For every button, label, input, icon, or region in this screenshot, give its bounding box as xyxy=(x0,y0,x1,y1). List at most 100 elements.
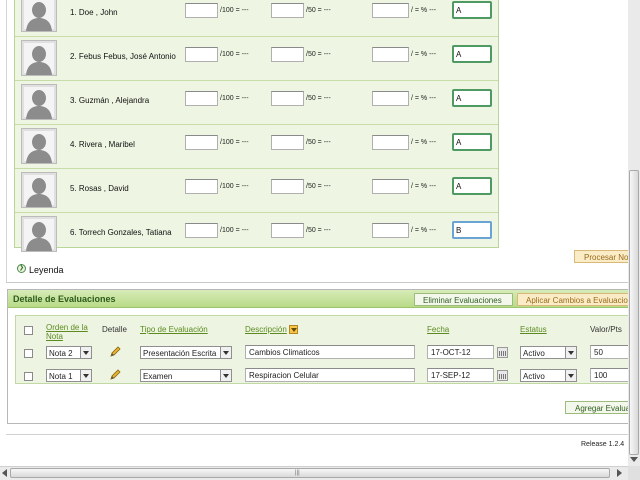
column-header-tipo[interactable]: Tipo de Evaluación xyxy=(140,325,208,334)
score-percent-input[interactable] xyxy=(372,223,409,238)
eliminar-evaluaciones-button[interactable]: Eliminar Evaluaciones xyxy=(414,293,513,306)
user-silhouette-icon xyxy=(21,128,57,164)
expand-arrow-icon[interactable]: ❯ xyxy=(17,264,26,273)
pencil-icon[interactable] xyxy=(109,346,121,358)
tipo-select-value: Presentación Escrita xyxy=(143,349,217,358)
student-row: 4. Rivera , Maribel /100 = --- /50 = ---… xyxy=(15,125,498,169)
score-100-input[interactable] xyxy=(185,223,218,238)
scrollbar-corner xyxy=(628,466,640,480)
column-header-fecha[interactable]: Fecha xyxy=(427,325,449,334)
score-percent-input[interactable] xyxy=(372,47,409,62)
calendar-icon[interactable] xyxy=(497,370,508,381)
user-silhouette-icon xyxy=(21,172,57,208)
section-divider xyxy=(6,282,632,283)
grade-field[interactable]: A xyxy=(452,133,492,151)
chevron-down-icon xyxy=(565,370,576,381)
grade-field[interactable]: A xyxy=(452,45,492,63)
horizontal-scrollbar-thumb[interactable] xyxy=(10,468,610,478)
user-silhouette-icon xyxy=(21,0,57,32)
select-all-checkbox[interactable] xyxy=(24,326,33,335)
grade-field[interactable]: B xyxy=(452,221,492,239)
score-percent-label: / = % --- xyxy=(411,95,437,102)
pencil-icon[interactable] xyxy=(109,369,121,381)
score-percent-input[interactable] xyxy=(372,135,409,150)
score-percent-input[interactable] xyxy=(372,91,409,106)
score-100-input[interactable] xyxy=(185,91,218,106)
grade-field[interactable]: A xyxy=(452,177,492,195)
release-version: Release 1.2.4 xyxy=(581,441,625,448)
score-50-input[interactable] xyxy=(271,223,304,238)
score-percent-input[interactable] xyxy=(372,179,409,194)
chevron-down-icon xyxy=(80,347,91,358)
user-silhouette-icon xyxy=(21,84,57,120)
score-50-label: /50 = --- xyxy=(306,183,331,190)
orden-select[interactable]: Nota 1 xyxy=(46,369,92,382)
valor-input[interactable]: 50 xyxy=(590,345,630,359)
chevron-down-icon xyxy=(220,370,231,381)
estatus-select[interactable]: Activo xyxy=(520,369,577,382)
tipo-select[interactable]: Examen xyxy=(140,369,232,382)
leyenda-link[interactable]: Leyenda xyxy=(29,265,64,275)
score-50-input[interactable] xyxy=(271,179,304,194)
student-name: 1. Doe , John xyxy=(70,8,118,17)
column-header-orden[interactable]: Orden de la Nota xyxy=(46,323,96,341)
score-100-input[interactable] xyxy=(185,47,218,62)
student-row: 1. Doe , John /100 = --- /50 = --- / = %… xyxy=(15,0,498,37)
vertical-scrollbar-thumb[interactable] xyxy=(629,170,639,455)
score-percent-label: / = % --- xyxy=(411,227,437,234)
score-50-input[interactable] xyxy=(271,91,304,106)
grade-field[interactable]: A xyxy=(452,89,492,107)
user-silhouette-icon xyxy=(21,40,57,76)
row-checkbox[interactable] xyxy=(24,349,33,358)
footer-divider xyxy=(6,434,632,435)
student-row: 3. Guzmán , Alejandra /100 = --- /50 = -… xyxy=(15,81,498,125)
scroll-left-icon[interactable] xyxy=(2,469,8,477)
score-100-label: /100 = --- xyxy=(220,51,249,58)
scroll-right-icon[interactable] xyxy=(617,469,623,477)
orden-select-value: Nota 1 xyxy=(49,372,73,381)
column-header-valor: Valor/Pts xyxy=(590,325,622,334)
grade-field[interactable]: A xyxy=(452,1,492,19)
orden-select-value: Nota 2 xyxy=(49,349,73,358)
row-checkbox[interactable] xyxy=(24,372,33,381)
estatus-select-value: Activo xyxy=(523,372,545,381)
estatus-select-value: Activo xyxy=(523,349,545,358)
chevron-down-icon xyxy=(80,370,91,381)
score-50-input[interactable] xyxy=(271,47,304,62)
column-header-estatus[interactable]: Estatus xyxy=(520,325,547,334)
user-silhouette-icon xyxy=(21,216,57,252)
calendar-icon[interactable] xyxy=(497,347,508,358)
score-50-input[interactable] xyxy=(271,3,304,18)
student-name: 2. Febus Febus, José Antonio xyxy=(70,52,176,61)
content-border xyxy=(6,0,7,283)
fecha-input[interactable]: 17-OCT-12 xyxy=(427,345,494,359)
descripcion-input[interactable]: Respiracion Celular xyxy=(245,368,415,382)
score-100-label: /100 = --- xyxy=(220,95,249,102)
score-percent-input[interactable] xyxy=(372,3,409,18)
score-percent-label: / = % --- xyxy=(411,183,437,190)
score-100-input[interactable] xyxy=(185,179,218,194)
agregar-evaluacion-button[interactable]: Agregar Evaluación xyxy=(565,401,631,414)
evaluaciones-grid: Orden de la Nota Detalle Tipo de Evaluac… xyxy=(15,315,630,384)
column-header-descripcion[interactable]: Descripción xyxy=(245,325,287,334)
column-header-detalle: Detalle xyxy=(102,325,127,334)
score-50-label: /50 = --- xyxy=(306,7,331,14)
descripcion-input[interactable]: Cambios Climaticos xyxy=(245,345,415,359)
score-percent-label: / = % --- xyxy=(411,7,437,14)
tipo-select-value: Examen xyxy=(143,372,173,381)
orden-select[interactable]: Nota 2 xyxy=(46,346,92,359)
fecha-input[interactable]: 17-SEP-12 xyxy=(427,368,494,382)
student-name: 5. Rosas , David xyxy=(70,184,129,193)
tipo-select[interactable]: Presentación Escrita xyxy=(140,346,232,359)
estatus-select[interactable]: Activo xyxy=(520,346,577,359)
score-100-input[interactable] xyxy=(185,3,218,18)
student-name: 6. Torrech Gonzales, Tatiana xyxy=(70,228,172,237)
score-50-input[interactable] xyxy=(271,135,304,150)
valor-input[interactable]: 100 xyxy=(590,368,630,382)
aplicar-cambios-button[interactable]: Aplicar Cambios a Evaluaciones xyxy=(517,293,631,306)
score-50-label: /50 = --- xyxy=(306,139,331,146)
chevron-down-icon xyxy=(565,347,576,358)
score-100-input[interactable] xyxy=(185,135,218,150)
scroll-down-icon[interactable] xyxy=(630,457,638,463)
sort-dropdown-icon[interactable] xyxy=(289,325,298,334)
